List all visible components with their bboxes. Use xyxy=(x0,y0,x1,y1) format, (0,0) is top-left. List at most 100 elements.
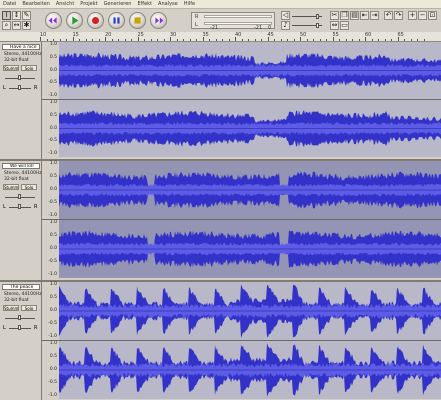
draw-tool-icon[interactable]: ✎ xyxy=(22,11,31,20)
pan-slider-thumb[interactable] xyxy=(18,85,21,90)
amplitude-scale-label: -0.5 xyxy=(48,80,57,86)
menu-project[interactable]: Projekt xyxy=(80,1,97,7)
audio-track[interactable]: × We will kill Stereo, 44100Hz 32-bit fl… xyxy=(0,161,441,280)
envelope-tool-icon[interactable]: ↕ xyxy=(12,11,21,20)
ruler-tick-mark xyxy=(397,37,399,41)
ruler-tick-mark xyxy=(371,39,373,41)
fit-selection-icon[interactable]: ⇔ xyxy=(330,21,339,30)
solo-button[interactable]: Solo xyxy=(21,184,37,190)
amplitude-scale-label: 1.0 xyxy=(49,161,57,166)
track-name-dropdown[interactable]: The peace xyxy=(2,284,40,290)
waveform-channel[interactable] xyxy=(59,42,441,99)
menu-generate[interactable]: Generieren xyxy=(104,1,132,7)
amplitude-scale-label: 0.5 xyxy=(49,233,57,238)
mic-slider-thumb[interactable] xyxy=(316,23,319,28)
menu-edit[interactable]: Bearbeiten xyxy=(22,1,49,7)
silence-icon[interactable]: ⇥ xyxy=(370,11,379,20)
zoom-tool-icon[interactable]: ⌕ xyxy=(2,21,11,30)
zoom-in-icon[interactable]: + xyxy=(408,11,417,20)
track-control-panel[interactable]: × Have a nice Stereo, 44100Hz 32-bit flo… xyxy=(0,42,42,159)
track-name-dropdown[interactable]: Have a nice xyxy=(2,44,40,50)
copy-icon[interactable]: ❐ xyxy=(340,11,349,20)
ruler-tick-mark xyxy=(222,39,223,41)
volume-slider-thumb[interactable] xyxy=(316,14,319,19)
ruler-tick-mark xyxy=(280,39,282,41)
menu-analyze[interactable]: Analyse xyxy=(158,1,178,7)
ruler-tick-mark xyxy=(196,39,197,41)
pan-slider-thumb[interactable] xyxy=(18,204,21,209)
solo-button[interactable]: Solo xyxy=(21,65,37,71)
gain-slider-thumb[interactable] xyxy=(18,194,21,199)
fit-project-icon[interactable]: ▭ xyxy=(340,21,349,30)
meter-scale-b: -21 xyxy=(254,25,263,31)
amplitude-scale-label: 1.0 xyxy=(49,220,57,225)
track-format-label: Stereo, 44100Hz xyxy=(4,292,42,297)
audio-track[interactable]: × Have a nice Stereo, 44100Hz 32-bit flo… xyxy=(0,42,441,159)
timeshift-tool-icon[interactable]: ↔ xyxy=(12,21,21,30)
ruler-tick-mark xyxy=(235,37,236,41)
ruler-tick-mark xyxy=(215,39,217,41)
meter-right-bar xyxy=(204,15,272,18)
ruler-tick-mark xyxy=(131,39,132,41)
amplitude-scale-label: 1.0 xyxy=(49,100,57,105)
menu-help[interactable]: Hilfe xyxy=(184,1,195,7)
cut-icon[interactable]: ✂ xyxy=(330,11,339,20)
stop-button[interactable] xyxy=(129,12,146,29)
ruler-tick-mark xyxy=(66,39,67,41)
waveform-channel[interactable] xyxy=(59,282,441,340)
ruler-tick-mark xyxy=(352,39,353,41)
amplitude-scale: 1.0 0.5 0.0 -0.5 -1.0 xyxy=(42,42,59,99)
ruler-tick-mark xyxy=(92,39,93,41)
level-meter[interactable]: R L -21 -21 0 xyxy=(191,12,275,31)
timeline-ruler[interactable]: 10 15 20 25 30 35 40 45 50 55 60 65 xyxy=(0,32,441,42)
amplitude-scale-label: 0.0 xyxy=(49,125,57,131)
amplitude-scale: 1.0 0.5 0.0 -0.5 -1.0 xyxy=(42,100,59,157)
ruler-tick-mark xyxy=(137,37,139,41)
track-control-panel[interactable]: × The peace Stereo, 44100Hz 32-bit float… xyxy=(0,282,42,400)
amplitude-scale-label: 0.5 xyxy=(49,354,57,359)
waveform-channel[interactable] xyxy=(59,161,441,219)
undo-icon[interactable]: ↶ xyxy=(384,11,393,20)
menu-view[interactable]: Ansicht xyxy=(56,1,74,7)
track-control-panel[interactable]: × We will kill Stereo, 44100Hz 32-bit fl… xyxy=(0,161,42,280)
multi-tool-icon[interactable]: ✱ xyxy=(22,21,31,30)
menu-file[interactable]: Datei xyxy=(3,1,16,7)
menu-effect[interactable]: Effekt xyxy=(137,1,152,7)
amplitude-scale-label: 0.5 xyxy=(49,112,57,118)
amplitude-scale-label: 0.5 xyxy=(49,295,57,300)
selection-tool-icon[interactable]: I xyxy=(2,11,11,20)
gain-slider-thumb[interactable] xyxy=(18,315,21,320)
pan-right-label: R xyxy=(34,325,38,331)
trim-icon[interactable]: ⇤ xyxy=(360,11,369,20)
fit-icon[interactable]: ⊡ xyxy=(428,11,437,20)
solo-button[interactable]: Solo xyxy=(21,305,37,311)
skip-end-button[interactable] xyxy=(150,12,167,29)
pan-slider-thumb[interactable] xyxy=(18,325,21,330)
mute-button[interactable]: Stumm xyxy=(3,65,19,71)
mute-button[interactable]: Stumm xyxy=(3,184,19,190)
record-button[interactable] xyxy=(87,12,104,29)
ruler-tick-mark xyxy=(293,39,295,41)
paste-icon[interactable]: ▤ xyxy=(350,11,359,20)
ruler-tick-mark xyxy=(46,39,48,41)
skip-start-button[interactable] xyxy=(45,12,62,29)
amplitude-scale-label: -1.0 xyxy=(48,393,57,398)
play-icon xyxy=(72,16,79,25)
ruler-tick-mark xyxy=(248,39,249,41)
waveform-channel[interactable] xyxy=(59,341,441,399)
waveform-channel[interactable] xyxy=(59,220,441,278)
redo-icon[interactable]: ↷ xyxy=(394,11,403,20)
mute-button[interactable]: Stumm xyxy=(3,305,19,311)
play-button[interactable] xyxy=(66,12,83,29)
amplitude-scale-label: 0.0 xyxy=(49,308,57,313)
zoom-out-icon[interactable]: − xyxy=(418,11,427,20)
ruler-tick-mark xyxy=(384,39,386,41)
ruler-tick-mark xyxy=(124,39,126,41)
waveform-graphic xyxy=(59,52,441,89)
pause-button[interactable] xyxy=(108,12,125,29)
amplitude-scale-label: 0.0 xyxy=(49,187,57,192)
gain-slider-thumb[interactable] xyxy=(18,75,21,80)
waveform-channel[interactable] xyxy=(59,100,441,157)
audio-track[interactable]: × The peace Stereo, 44100Hz 32-bit float… xyxy=(0,282,441,400)
track-name-dropdown[interactable]: We will kill xyxy=(2,163,40,169)
